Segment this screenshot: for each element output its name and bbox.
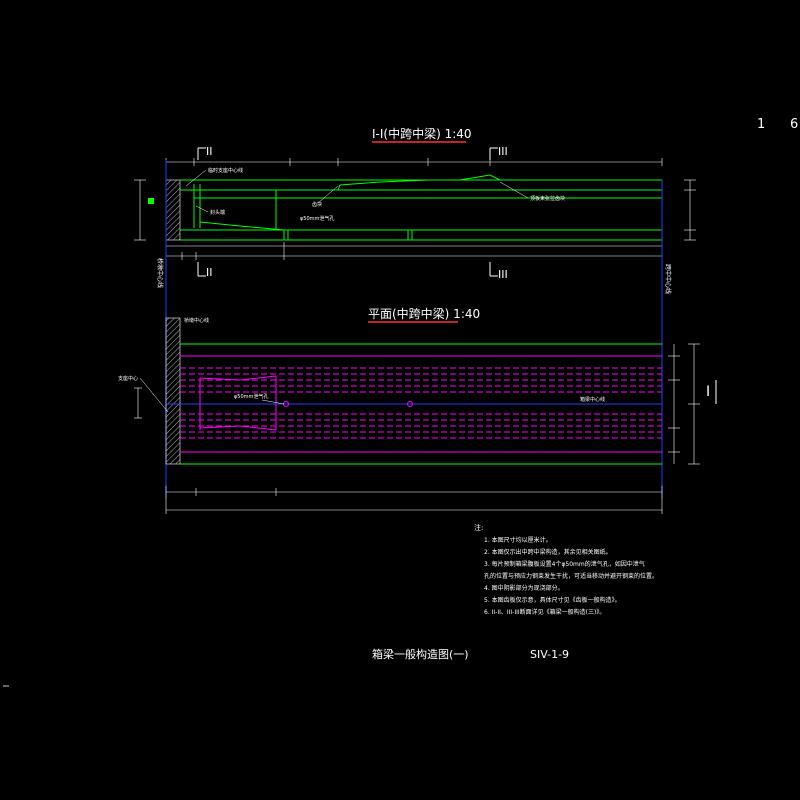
section-left-marker xyxy=(148,198,154,204)
plan-view: 平面(中跨中梁) 1:40 桥墩中心线 支座中心 φ50mm泄气孔 箱梁中心线 … xyxy=(118,306,717,514)
note-item-5: 5. 本图齿板仅示意，具体尺寸见《齿板一般构造》。 xyxy=(484,596,621,604)
callout-support-leader xyxy=(185,169,207,187)
section-view: I-I(中跨中梁) 1:40 II III 临时支座中心线 齿块 φ50mm泄气… xyxy=(134,126,696,294)
note-item-2: 2. 本图仅示出中跨中梁构造，其余见相关图纸。 xyxy=(484,548,612,556)
callout-vent-section: φ50mm泄气孔 xyxy=(300,215,334,222)
drawing-number: SIV-1-9 xyxy=(530,648,569,661)
section-right-dimension xyxy=(684,179,696,241)
plan-view-title: 平面(中跨中梁) 1:40 xyxy=(368,306,480,321)
note-item-1: 1. 本图尺寸均以厘米计。 xyxy=(484,536,552,544)
plan-callout-support-leader xyxy=(139,377,169,413)
cut-III-top-label: III xyxy=(498,145,508,158)
note-item-6: 6. II-II、III-III断面详见《箱梁一般构造(三)》。 xyxy=(484,608,605,616)
cut-II-bottom-label: II xyxy=(206,266,213,279)
cut-III-bottom-label: III xyxy=(498,268,508,281)
right-vertical-label: 跨中中心线 xyxy=(664,264,672,294)
callout-tooth-block: 齿块 xyxy=(312,201,322,208)
section-end-block-hatch xyxy=(165,179,181,241)
plan-left-dimension xyxy=(134,387,142,419)
plan-callout-axis: 箱梁中心线 xyxy=(580,396,605,403)
plan-section-mark: I xyxy=(706,384,710,400)
plan-callout-pier-center: 桥墩中心线 xyxy=(184,317,209,324)
note-item-4: 4. 图中阴影部分为现浇部分。 xyxy=(484,584,564,592)
sheet-number-left: 1 xyxy=(757,117,765,132)
cad-drawing-canvas: 1 6 I-I(中跨中梁) 1:40 II III 临时支座中心线 齿块 φ50… xyxy=(3,117,798,687)
note-item-3-cont: 孔的位置与预应力钢束发生干扰，可适当移动并避开钢束的位置。 xyxy=(484,572,658,580)
callout-tooth-leader xyxy=(317,185,339,204)
left-vertical-label: 桥墩中心线 xyxy=(156,258,164,288)
section-view-title: I-I(中跨中梁) 1:40 xyxy=(372,126,472,141)
section-bottom-dimension-ticks xyxy=(165,242,663,262)
sheet-number-right: 6 xyxy=(790,117,798,132)
notes-heading: 注: xyxy=(474,523,483,532)
note-item-3: 3. 每片预制箱梁腹板设置4个φ50mm的泄气孔，如因中泄气 xyxy=(484,560,645,568)
plan-callout-vent: φ50mm泄气孔 xyxy=(234,393,268,400)
plan-callout-vent-leader xyxy=(261,399,285,405)
section-left-dimension xyxy=(134,179,146,241)
cut-II-top-label: II xyxy=(206,145,213,158)
notes-block: 注: 1. 本图尺寸均以厘米计。 2. 本图仅示出中跨中梁构造，其余见相关图纸。… xyxy=(474,523,658,616)
plan-callout-support: 支座中心 xyxy=(118,375,138,382)
plan-end-block-hatch xyxy=(165,317,181,465)
callout-end-seal: 封头端 xyxy=(210,209,225,216)
plan-right-dimension xyxy=(668,343,700,465)
callout-end-leader xyxy=(195,205,209,213)
callout-tendon-block: 顶板束张拉齿块 xyxy=(530,195,565,202)
section-beam-outline xyxy=(180,174,662,241)
callout-support-centerline: 临时支座中心线 xyxy=(208,167,243,174)
drawing-title: 箱梁一般构造图(一) xyxy=(372,647,469,661)
